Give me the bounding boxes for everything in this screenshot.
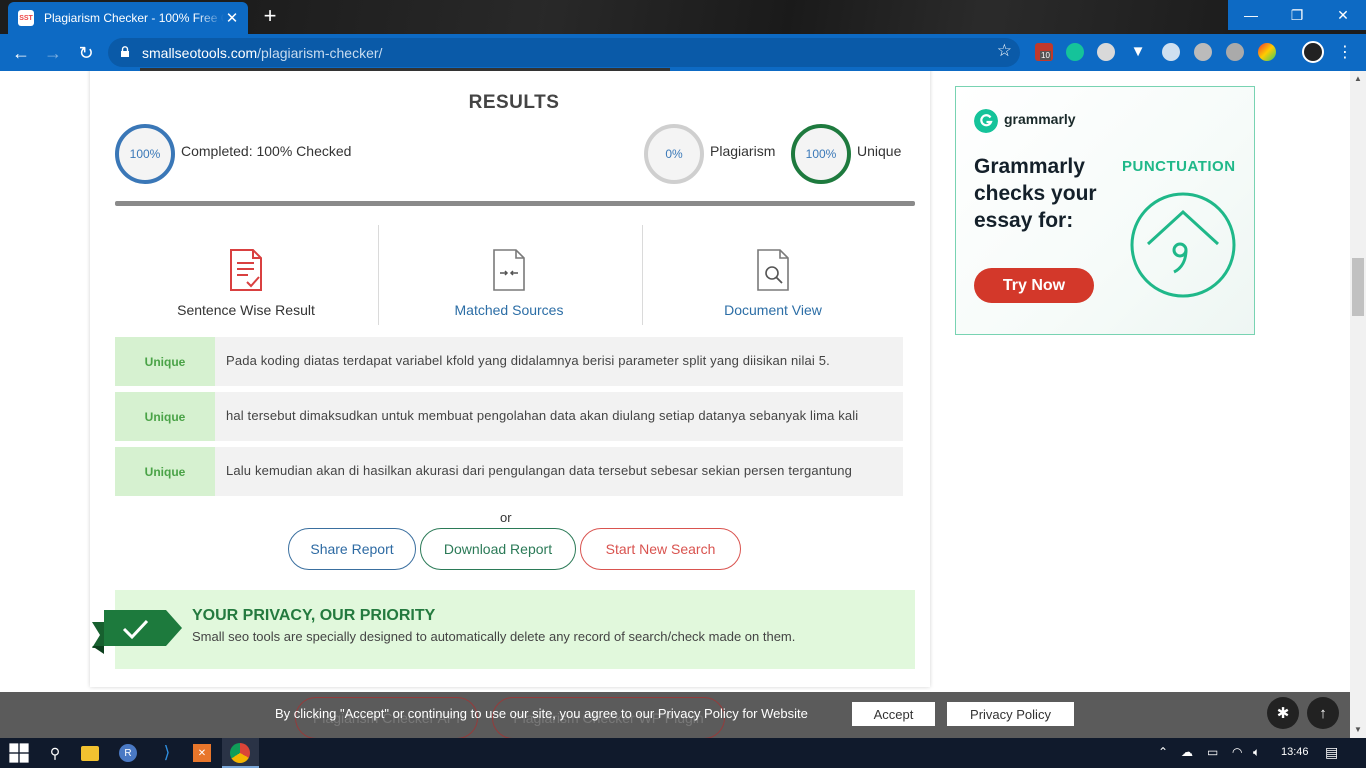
minimize-icon[interactable]: — [1228, 0, 1274, 30]
scroll-down-icon[interactable]: ▼ [1350, 722, 1366, 738]
document-check-icon [230, 249, 262, 291]
plagiarism-label: Plagiarism [710, 143, 776, 159]
chevron-up-icon[interactable]: ⌃ [1158, 745, 1168, 759]
window-controls: — ❐ ✕ [1228, 0, 1366, 30]
lock-icon [121, 46, 129, 57]
grammarly-extension-icon[interactable] [1066, 43, 1084, 61]
completed-label: Completed: 100% Checked [181, 143, 352, 159]
completed-ring: 100% [115, 124, 175, 184]
or-separator: or [500, 510, 512, 525]
results-card: RESULTS 100% Completed: 100% Checked 0% … [90, 71, 930, 687]
tab-sentence-wise-result[interactable]: Sentence Wise Result [115, 231, 377, 329]
new-tab-icon[interactable]: + [258, 4, 282, 28]
unique-badge: Unique [115, 337, 215, 386]
browser-titlebar: SST Plagiarism Checker - 100% Free O ✕ +… [0, 0, 1366, 34]
privacy-policy-button[interactable]: Privacy Policy [947, 702, 1074, 726]
privacy-title: YOUR PRIVACY, OUR PRIORITY [192, 607, 436, 624]
file-explorer-icon[interactable] [81, 746, 99, 761]
share-report-button[interactable]: Share Report [288, 528, 416, 570]
privacy-notice: YOUR PRIVACY, OUR PRIORITY Small seo too… [92, 590, 915, 669]
wifi-icon[interactable]: ◠ [1232, 745, 1242, 759]
ad-feature: PUNCTUATION [1122, 158, 1236, 175]
volume-icon[interactable]: 🔈︎ [1253, 745, 1260, 760]
bug-report-icon[interactable]: ✱ [1267, 697, 1299, 729]
plagiarism-ring: 0% [644, 124, 704, 184]
close-tab-icon[interactable]: ✕ [224, 9, 240, 27]
privacy-text: Small seo tools are specially designed t… [192, 629, 796, 644]
unique-badge: Unique [115, 392, 215, 441]
punctuation-comma-icon [1130, 192, 1236, 298]
profile-avatar[interactable] [1302, 41, 1324, 63]
extension-icon[interactable] [1226, 43, 1244, 61]
browser-tab[interactable]: SST Plagiarism Checker - 100% Free O ✕ [8, 2, 248, 34]
sentence-text: Pada koding diatas terdapat variabel kfo… [226, 353, 830, 368]
scrollbar-thumb[interactable] [1352, 258, 1364, 316]
reload-icon[interactable]: ↻ [73, 40, 99, 66]
document-search-icon [757, 249, 789, 291]
unique-label: Unique [857, 143, 902, 159]
vscode-icon[interactable]: ⟩ [156, 742, 178, 764]
sentence-text: Lalu kemudian akan di hasilkan akurasi d… [226, 463, 852, 478]
check-ribbon-icon [92, 610, 182, 654]
onedrive-icon[interactable]: ☁ [1181, 745, 1193, 759]
titlebar-background [250, 0, 1230, 34]
restore-icon[interactable]: ❐ [1274, 0, 1320, 30]
page-content: RESULTS 100% Completed: 100% Checked 0% … [0, 71, 1350, 692]
url-text: smallseotools.com/plagiarism-checker/ [142, 45, 383, 61]
battery-icon[interactable]: ▭ [1207, 745, 1218, 759]
windows-taskbar: ⚲ R ⟩ ✕ ⌃ ☁ ▭ ◠ 🔈︎ 13:46 ▤ [0, 738, 1366, 768]
bookmark-star-icon[interactable]: ☆ [997, 41, 1012, 61]
document-compare-icon [493, 249, 525, 291]
grammarly-ad[interactable]: grammarly Grammarly checks your essay fo… [955, 86, 1255, 335]
extension-icon[interactable] [1194, 43, 1212, 61]
scroll-up-icon[interactable]: ▲ [1350, 71, 1366, 87]
sentence-row[interactable]: Unique hal tersebut dimaksudkan untuk me… [115, 392, 903, 441]
back-icon[interactable]: ← [8, 40, 34, 66]
menu-icon[interactable]: ⋮ [1332, 40, 1358, 66]
tab-document-view[interactable]: Document View [642, 231, 904, 329]
notification-icon[interactable]: ▤ [1325, 744, 1338, 761]
vivaldi-extension-icon[interactable]: ▼ [1129, 43, 1147, 61]
cookie-message: By clicking "Accept" or continuing to us… [275, 706, 808, 721]
extension-icon[interactable] [1097, 43, 1115, 61]
results-title: RESULTS [468, 92, 560, 113]
tab-matched-sources[interactable]: Matched Sources [378, 231, 640, 329]
start-new-search-button[interactable]: Start New Search [580, 528, 741, 570]
tab-label: Matched Sources [454, 302, 564, 318]
grammarly-logo-icon [974, 109, 998, 133]
extension-badge: 10 [1040, 51, 1051, 60]
sentence-row[interactable]: Unique Lalu kemudian akan di hasilkan ak… [115, 447, 903, 496]
site-favicon-icon: SST [18, 10, 34, 26]
page-scrollbar[interactable]: ▲ ▼ [1350, 71, 1366, 738]
close-window-icon[interactable]: ✕ [1320, 0, 1366, 30]
tab-label: Sentence Wise Result [177, 302, 315, 318]
extension-icon[interactable] [1162, 43, 1180, 61]
chrome-icon[interactable] [230, 743, 250, 763]
forward-icon[interactable]: → [40, 40, 66, 66]
omnibox[interactable]: smallseotools.com/plagiarism-checker/ ☆ [108, 38, 1020, 67]
extension-icon[interactable] [1258, 43, 1276, 61]
cookie-banner: Plagiarism Checker API Plagiarism Checke… [0, 692, 1350, 739]
tab-label: Document View [724, 302, 822, 318]
ad-brand: grammarly [1004, 111, 1076, 127]
search-icon[interactable]: ⚲ [44, 742, 66, 764]
download-report-button[interactable]: Download Report [420, 528, 576, 570]
r-studio-icon[interactable]: R [119, 744, 137, 762]
xampp-icon[interactable]: ✕ [193, 744, 211, 762]
scroll-to-top-icon[interactable]: ↑ [1307, 697, 1339, 729]
sentence-text: hal tersebut dimaksudkan untuk membuat p… [226, 408, 859, 423]
ad-headline: Grammarly checks your essay for: [974, 155, 1097, 232]
windows-start-icon[interactable] [8, 742, 30, 764]
tab-title: Plagiarism Checker - 100% Free O [44, 11, 224, 25]
unique-ring: 100% [791, 124, 851, 184]
sentence-row[interactable]: Unique Pada koding diatas terdapat varia… [115, 337, 903, 386]
check-progress-bar [115, 201, 915, 206]
try-now-button[interactable]: Try Now [974, 268, 1094, 303]
adblock-extension-icon[interactable]: 10 [1035, 43, 1053, 61]
clock[interactable]: 13:46 [1281, 746, 1309, 758]
unique-badge: Unique [115, 447, 215, 496]
address-bar: ← → ↻ smallseotools.com/plagiarism-check… [0, 34, 1366, 71]
accept-button[interactable]: Accept [852, 702, 935, 726]
